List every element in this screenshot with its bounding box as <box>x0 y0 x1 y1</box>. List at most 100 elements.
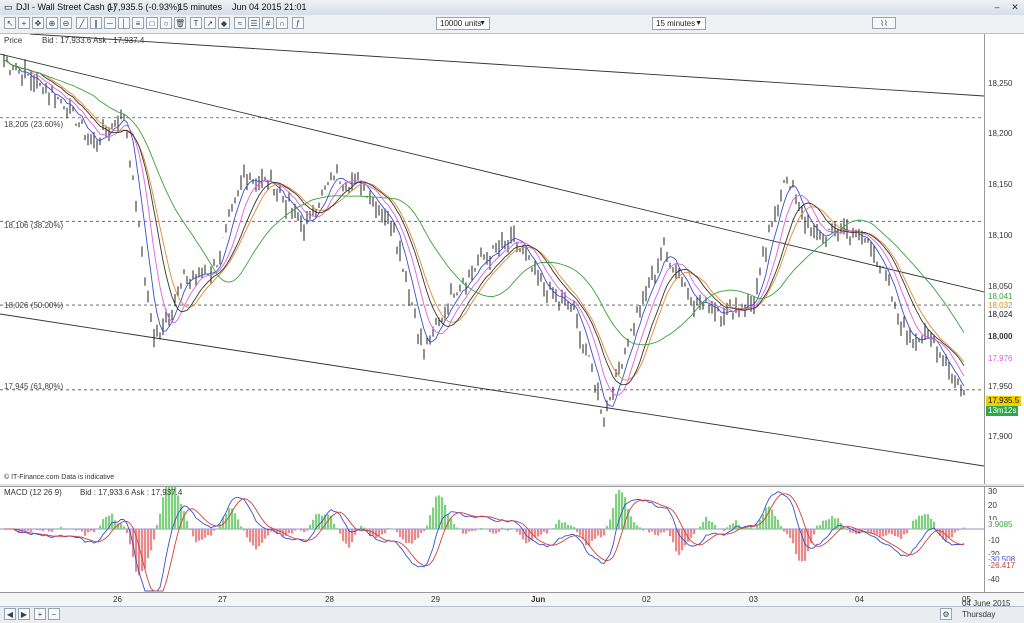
macd-hist-bar <box>636 525 638 529</box>
close-button[interactable]: ✕ <box>1010 2 1020 12</box>
macd-hist-bar <box>474 529 476 531</box>
trendline-icon[interactable]: ╱ <box>76 17 88 29</box>
delete-icon[interactable]: 🗑 <box>174 17 186 29</box>
macd-hist-bar <box>558 520 560 529</box>
macd-hist-bar <box>84 529 86 536</box>
macd-hist-bar <box>819 525 821 529</box>
macd-hist-bar <box>156 525 158 529</box>
color-picker-icon[interactable]: ◆ <box>218 17 230 29</box>
select-tool-icon[interactable]: ↖ <box>4 17 16 29</box>
price-bid-ask: Bid : 17,933.6 Ask : 17,937.4 <box>42 36 144 45</box>
macd-hist-bar <box>102 519 104 529</box>
chart-type-icon[interactable]: ⌇⌇ <box>872 17 896 29</box>
macd-hist-bar <box>456 528 458 529</box>
macd-hist-bar <box>540 529 542 535</box>
macd-hist-bar <box>339 529 341 534</box>
macd-hist-bar <box>387 528 389 529</box>
price-chart-svg <box>0 34 984 484</box>
vertical-line-icon[interactable]: │ <box>118 17 130 29</box>
interval-select[interactable]: 15 minutes▼ <box>652 17 706 30</box>
macd-hist-bar <box>597 529 599 536</box>
macd-hist-bar <box>294 529 296 531</box>
macd-hist-bar <box>876 529 878 534</box>
magnet-icon[interactable]: ∩ <box>276 17 288 29</box>
scroll-left-icon[interactable]: ◀ <box>4 608 16 620</box>
crosshair-icon[interactable]: + <box>18 17 30 29</box>
macd-hist-bar <box>300 529 302 531</box>
zoom-in-icon[interactable]: + <box>34 608 46 620</box>
last-price: 17,935.5 (-0.93%) <box>108 2 180 12</box>
settings-icon[interactable]: ⚙ <box>940 608 952 620</box>
grid-icon[interactable]: # <box>262 17 274 29</box>
indicator-icon[interactable]: ƒ <box>292 17 304 29</box>
rectangle-icon[interactable]: □ <box>146 17 158 29</box>
minimize-button[interactable]: – <box>992 2 1002 12</box>
macd-hist-bar <box>639 527 641 529</box>
pan-icon[interactable]: ✥ <box>32 17 44 29</box>
macd-hist-bar <box>408 529 410 543</box>
price-tick: 18,050 <box>988 282 1012 291</box>
macd-panel-title: MACD (12 26 9) <box>4 488 62 497</box>
macd-hist-bar <box>399 529 401 537</box>
zoom-out-icon[interactable]: − <box>48 608 60 620</box>
zoom-in-icon[interactable]: ⊕ <box>46 17 58 29</box>
ellipse-icon[interactable]: ○ <box>160 17 172 29</box>
chevron-down-icon: ▼ <box>695 18 702 29</box>
text-tool-icon[interactable]: T <box>190 17 202 29</box>
macd-hist-bar <box>453 524 455 529</box>
macd-hist-bar <box>237 519 239 529</box>
macd-hist-bar <box>360 526 362 529</box>
macd-hist-bar <box>576 529 578 532</box>
macd-hist-bar <box>303 529 305 532</box>
macd-hist-bar <box>87 529 89 532</box>
macd-hist-bar <box>735 520 737 529</box>
macd-hist-bar <box>537 529 539 537</box>
macd-hist-bar <box>198 529 200 541</box>
macd-hist-bar <box>492 529 494 533</box>
macd-hist-bar <box>888 529 890 533</box>
attribution: © IT-Finance.com Data is indicative <box>4 474 114 481</box>
macd-tick: -10 <box>988 536 1000 545</box>
macd-hist-bar <box>384 529 386 533</box>
line-style-icon[interactable]: ≈ <box>234 17 246 29</box>
macd-hist-bar <box>450 518 452 529</box>
units-select[interactable]: 10000 units▼ <box>436 17 490 30</box>
macd-hist-bar <box>912 521 914 529</box>
horizontal-line-icon[interactable]: ─ <box>104 17 116 29</box>
macd-hist-bar <box>960 529 962 530</box>
macd-panel[interactable]: MACD (12 26 9) Bid : 17,933.6 Ask : 17,9… <box>0 486 984 593</box>
zoom-out-icon[interactable]: ⊖ <box>60 17 72 29</box>
macd-hist-bar <box>900 529 902 539</box>
line-width-icon[interactable]: ☰ <box>248 17 260 29</box>
pink-ma-tag: 17,976 <box>986 354 1014 364</box>
price-panel[interactable]: Price Bid : 17,933.6 Ask : 17,937.4 © IT… <box>0 34 984 484</box>
macd-hist-bar <box>798 529 800 561</box>
macd-hist-bar <box>816 526 818 529</box>
macd-hist-bar <box>579 529 581 536</box>
macd-hist-bar <box>783 529 785 532</box>
date-tick: 26 <box>113 595 122 604</box>
macd-hist-bar <box>147 529 149 558</box>
channel-icon[interactable]: ∥ <box>90 17 102 29</box>
macd-hist-bar <box>594 529 596 539</box>
ma-pink-line <box>4 60 964 395</box>
fib-50-tag: 18,024 <box>986 310 1014 320</box>
price-tick: 18,200 <box>988 129 1012 138</box>
macd-hist-bar <box>150 529 152 550</box>
macd-hist-bar <box>306 529 308 531</box>
macd-hist-bar <box>90 529 92 531</box>
macd-hist-bar <box>24 529 26 531</box>
arrow-tool-icon[interactable]: ➚ <box>204 17 216 29</box>
macd-hist-bar <box>261 529 263 543</box>
scroll-right-icon[interactable]: ▶ <box>18 608 30 620</box>
current-date: 04 June 2015 <box>962 599 1011 608</box>
macd-hist-bar <box>822 521 824 529</box>
macd-hist-bar <box>609 519 611 529</box>
macd-hist-bar <box>879 529 881 537</box>
macd-hist-bar <box>690 529 692 538</box>
macd-hist-bar <box>963 528 965 529</box>
macd-hist-bar <box>201 529 203 540</box>
macd-hist-bar <box>423 529 425 531</box>
macd-hist-bar <box>813 529 815 534</box>
fibonacci-icon[interactable]: ≡ <box>132 17 144 29</box>
